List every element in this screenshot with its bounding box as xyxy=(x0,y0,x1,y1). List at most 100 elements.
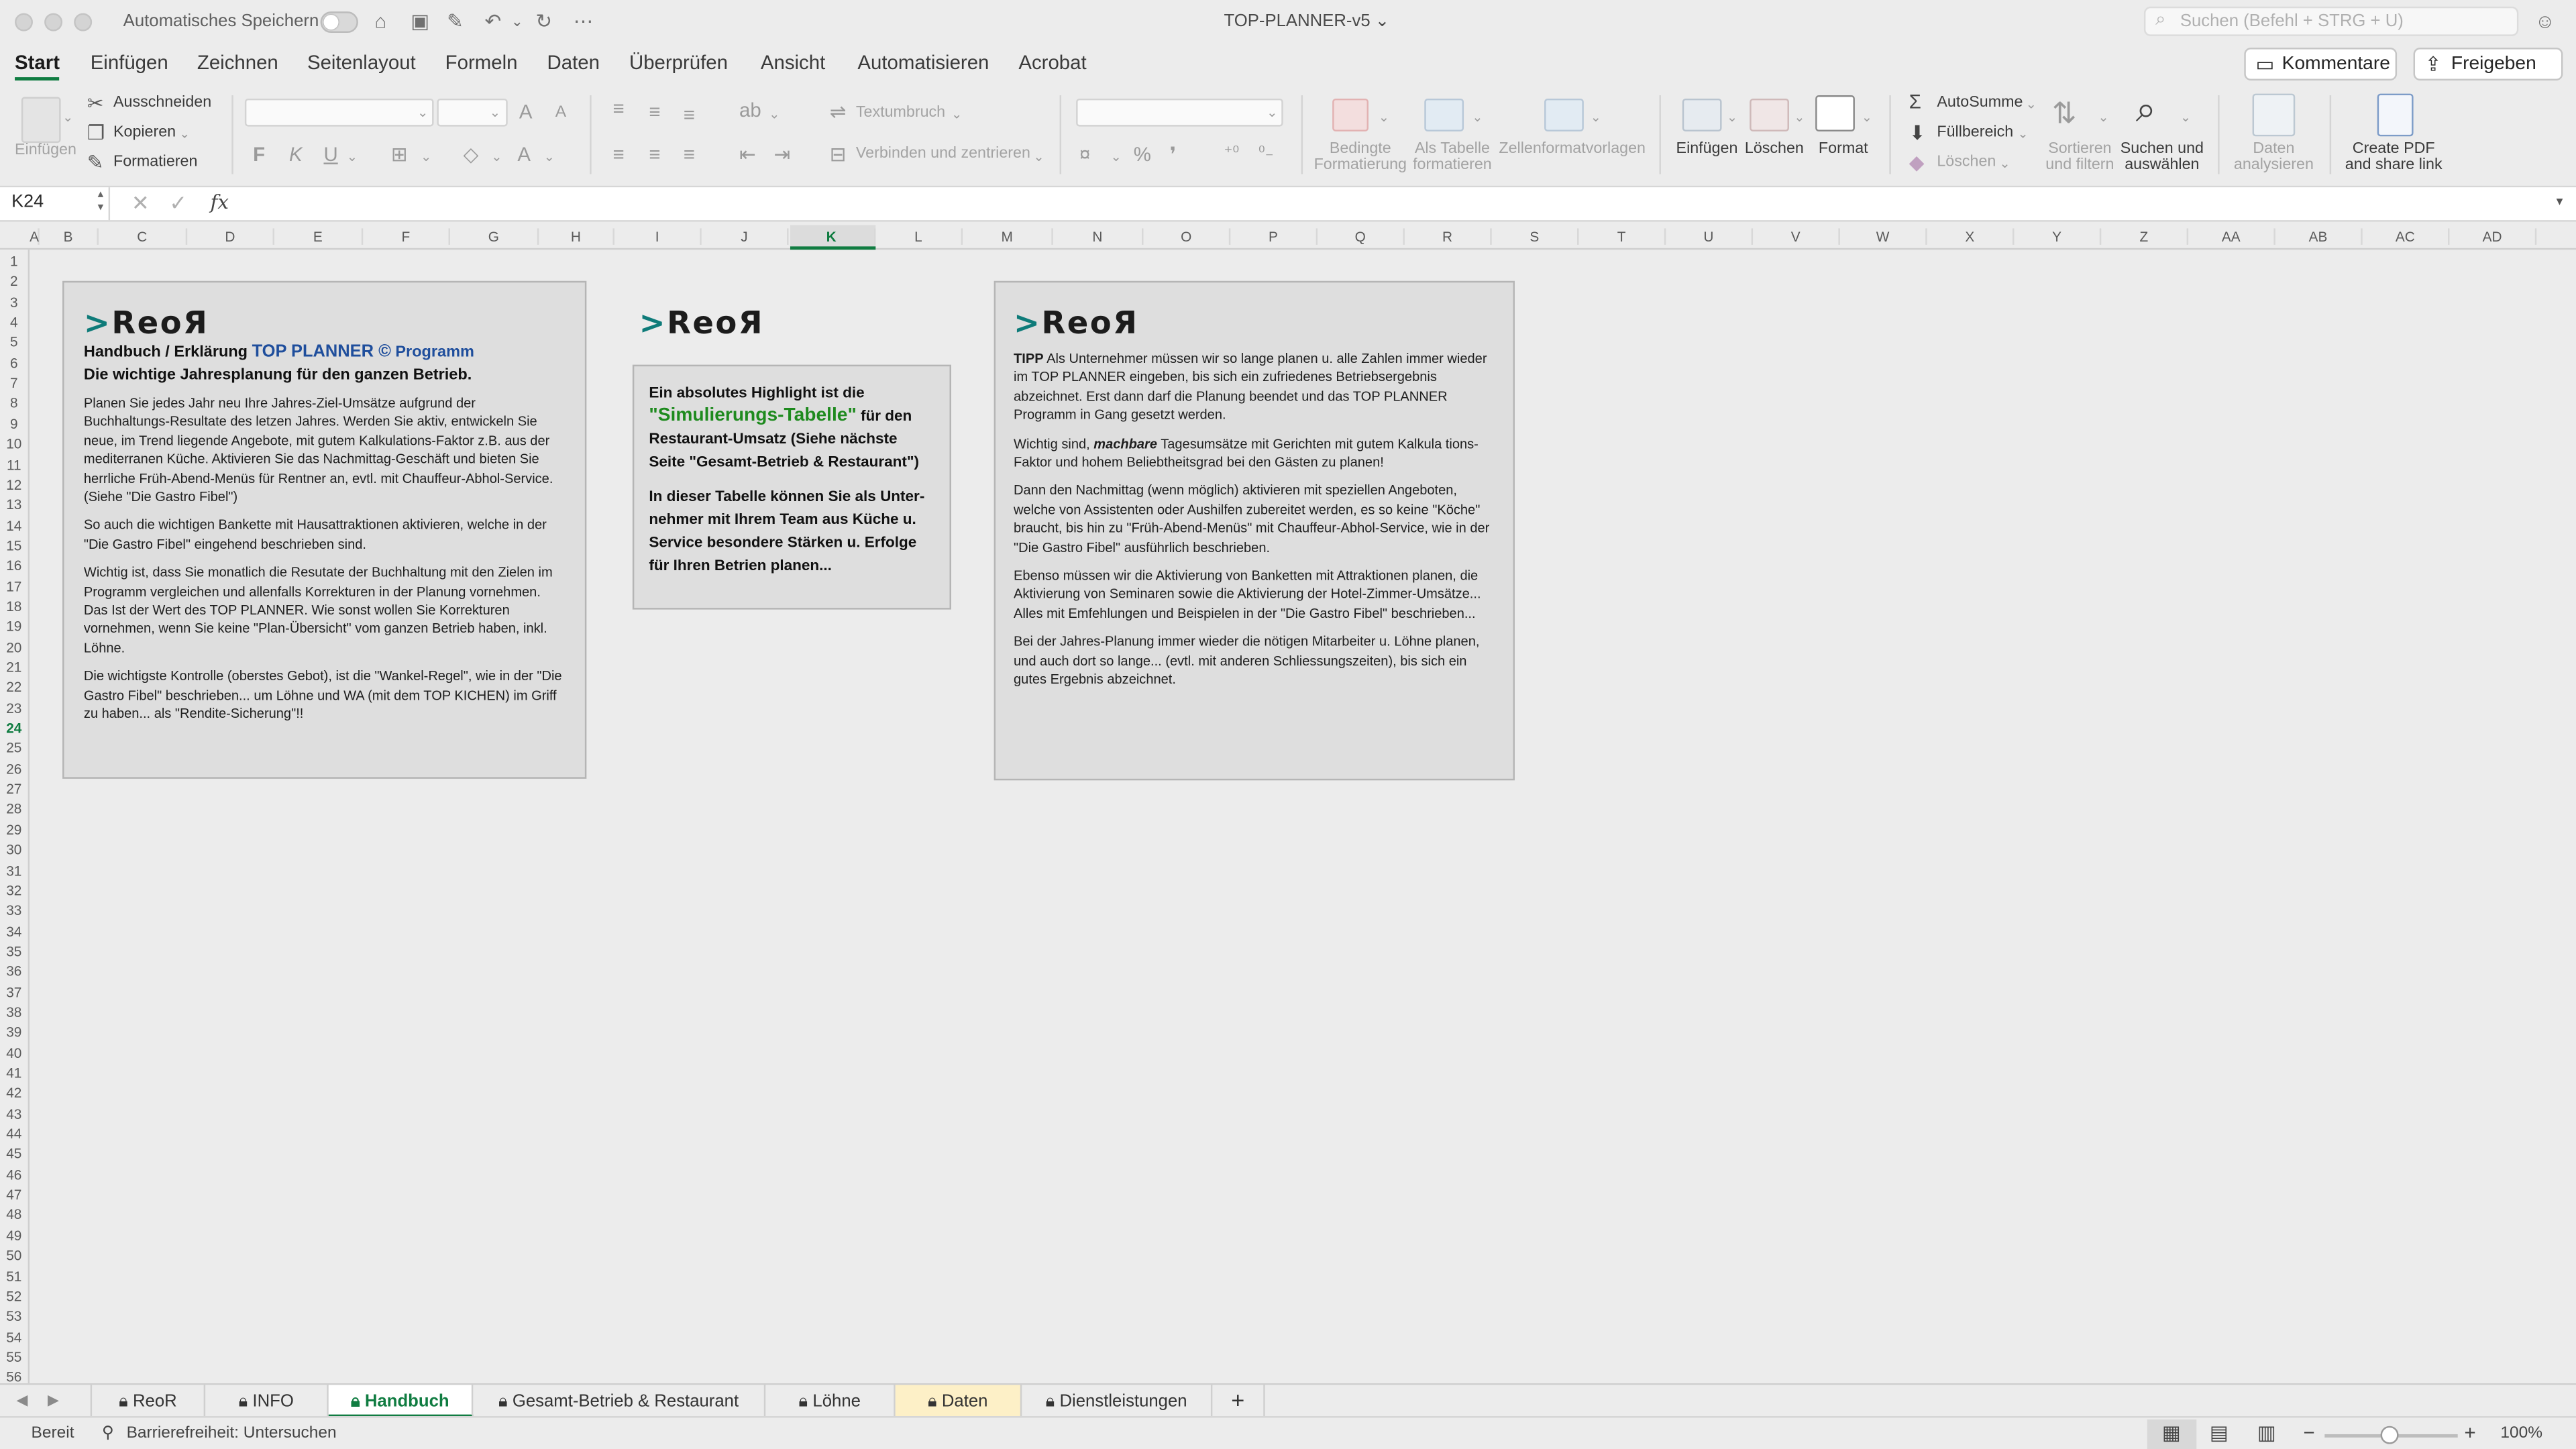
tab-daten[interactable]: Daten xyxy=(547,51,600,74)
row-header[interactable]: 40 xyxy=(0,1044,28,1061)
tab-acrobat[interactable]: Acrobat xyxy=(1018,51,1086,74)
row-header[interactable]: 16 xyxy=(0,557,28,574)
redo-icon[interactable]: ↻ xyxy=(535,8,552,34)
decrease-font-icon[interactable]: A xyxy=(555,103,566,123)
tipp-textbox[interactable]: >ReoЯ TIPP Als Unternehmer müssen wir so… xyxy=(994,280,1515,781)
row-header[interactable]: 53 xyxy=(0,1308,28,1324)
align-top-icon[interactable]: ≡ xyxy=(612,99,624,118)
column-header[interactable]: AC xyxy=(2363,228,2450,245)
increase-font-icon[interactable]: A xyxy=(519,102,533,121)
paste-icon[interactable] xyxy=(21,97,61,144)
sheet-tab-daten[interactable]: 🔒︎ Daten xyxy=(895,1385,1022,1418)
conditional-formatting-dropdown-icon[interactable]: ⌄ xyxy=(1379,109,1389,128)
tab-seitenlayout[interactable]: Seitenlayout xyxy=(307,51,416,74)
sort-filter-button[interactable]: Sortieren und filtern xyxy=(2037,140,2123,174)
underline-dropdown-icon[interactable]: ⌄ xyxy=(347,148,358,167)
row-header[interactable]: 37 xyxy=(0,983,28,1000)
expand-formula-bar-icon[interactable]: ▾ xyxy=(2557,194,2563,209)
row-header[interactable]: 26 xyxy=(0,760,28,776)
column-header[interactable]: H xyxy=(539,228,614,245)
currency-dropdown-icon[interactable]: ⌄ xyxy=(1111,148,1122,167)
column-header[interactable]: O xyxy=(1144,228,1231,245)
align-bottom-icon[interactable]: ≡ xyxy=(684,105,695,125)
row-header[interactable]: 11 xyxy=(0,456,28,472)
wrap-text-dropdown-icon[interactable]: ⌄ xyxy=(951,105,962,125)
row-header[interactable]: 52 xyxy=(0,1288,28,1304)
borders-dropdown-icon[interactable]: ⌄ xyxy=(421,148,431,167)
sheet-tab-loehne[interactable]: 🔒︎ Löhne xyxy=(765,1385,896,1418)
row-header[interactable]: 23 xyxy=(0,700,28,716)
column-header[interactable]: Z xyxy=(2101,228,2189,245)
sort-filter-dropdown-icon[interactable]: ⌄ xyxy=(2098,109,2108,128)
underline-button[interactable]: U xyxy=(323,145,337,164)
row-header[interactable]: 17 xyxy=(0,578,28,594)
row-header[interactable]: 25 xyxy=(0,740,28,756)
sheet-tab-handbuch[interactable]: 🔒︎ Handbuch xyxy=(328,1385,474,1418)
tab-ansicht[interactable]: Ansicht xyxy=(761,51,825,74)
row-header[interactable]: 15 xyxy=(0,537,28,553)
undo-icon[interactable]: ↶ xyxy=(484,8,501,34)
insert-function-button[interactable]: fx xyxy=(210,191,228,213)
column-header[interactable]: F xyxy=(363,228,451,245)
highlight-textbox[interactable]: Ein absolutes Highlight ist die "Simulier… xyxy=(632,364,951,610)
save-icon[interactable]: ▣ xyxy=(411,8,429,34)
autosum-dropdown-icon[interactable]: ⌄ xyxy=(2026,95,2037,115)
column-header[interactable]: W xyxy=(1840,228,1927,245)
row-header[interactable]: 36 xyxy=(0,963,28,979)
sheet-tab-dienstleistungen[interactable]: 🔒︎ Dienstleistungen xyxy=(1022,1385,1213,1418)
accessibility-check-button[interactable]: Barrierefreiheit: Untersuchen xyxy=(127,1424,337,1442)
name-box-stepper-icon[interactable]: ▴ ▾ xyxy=(98,189,104,215)
row-header[interactable]: 3 xyxy=(0,294,28,310)
sheet-tab-info[interactable]: 🔒︎ INFO xyxy=(205,1385,329,1418)
row-header[interactable]: 49 xyxy=(0,1227,28,1243)
comma-style-icon[interactable]: ❜ xyxy=(1170,145,1176,164)
column-header[interactable]: K xyxy=(789,228,876,245)
clear-button[interactable]: Löschen xyxy=(1937,154,1996,170)
column-header[interactable]: A xyxy=(30,228,40,245)
paste-label[interactable]: Einfügen xyxy=(15,142,76,159)
copy-dropdown-icon[interactable]: ⌄ xyxy=(179,125,190,144)
number-format-select[interactable] xyxy=(1076,98,1283,127)
borders-icon[interactable]: ⊞ xyxy=(391,145,408,164)
row-header[interactable]: 48 xyxy=(0,1207,28,1223)
row-header[interactable]: 12 xyxy=(0,476,28,492)
increase-indent-icon[interactable]: ⇥ xyxy=(773,145,790,164)
page-layout-view-icon[interactable]: ▤ xyxy=(2210,1421,2229,1444)
row-header[interactable]: 10 xyxy=(0,435,28,451)
bold-button[interactable]: F xyxy=(253,145,265,164)
paste-dropdown-icon[interactable]: ⌄ xyxy=(62,109,73,128)
column-header[interactable]: V xyxy=(1753,228,1840,245)
merge-dropdown-icon[interactable]: ⌄ xyxy=(1033,148,1044,167)
row-header[interactable]: 46 xyxy=(0,1166,28,1182)
row-header[interactable]: 38 xyxy=(0,1004,28,1020)
page-break-view-icon[interactable]: ▥ xyxy=(2257,1421,2276,1444)
normal-view-icon[interactable]: ▦ xyxy=(2162,1421,2181,1444)
search-box[interactable]: ⌕ Suchen (Befehl + STRG + U) xyxy=(2143,6,2519,36)
undo-dropdown-icon[interactable]: ⌄ xyxy=(511,8,523,34)
autosum-button[interactable]: AutoSumme xyxy=(1937,95,2023,111)
column-header[interactable]: L xyxy=(875,228,963,245)
font-color-icon[interactable]: A xyxy=(517,145,531,164)
fill-color-dropdown-icon[interactable]: ⌄ xyxy=(491,148,502,167)
row-header[interactable]: 9 xyxy=(0,415,28,431)
row-header[interactable]: 22 xyxy=(0,679,28,695)
row-header[interactable]: 28 xyxy=(0,801,28,817)
copy-button[interactable]: Kopieren xyxy=(113,124,176,141)
align-middle-icon[interactable]: ≡ xyxy=(649,102,660,121)
row-header[interactable]: 21 xyxy=(0,659,28,675)
row-header[interactable]: 47 xyxy=(0,1186,28,1202)
fill-button[interactable]: Füllbereich xyxy=(1937,124,2013,141)
format-as-table-dropdown-icon[interactable]: ⌄ xyxy=(1472,109,1483,128)
delete-cells-button[interactable]: Löschen xyxy=(1743,140,1805,158)
column-header[interactable]: P xyxy=(1230,228,1318,245)
column-header[interactable]: X xyxy=(1927,228,2015,245)
column-header[interactable]: AB xyxy=(2275,228,2363,245)
row-header[interactable]: 32 xyxy=(0,882,28,898)
row-header[interactable]: 50 xyxy=(0,1247,28,1263)
row-header[interactable]: 56 xyxy=(0,1369,28,1385)
delete-cells-dropdown-icon[interactable]: ⌄ xyxy=(1794,109,1805,128)
row-header[interactable]: 18 xyxy=(0,598,28,614)
cell-styles-dropdown-icon[interactable]: ⌄ xyxy=(1591,109,1601,128)
percent-icon[interactable]: % xyxy=(1134,145,1151,164)
zoom-level[interactable]: 100% xyxy=(2500,1424,2542,1442)
